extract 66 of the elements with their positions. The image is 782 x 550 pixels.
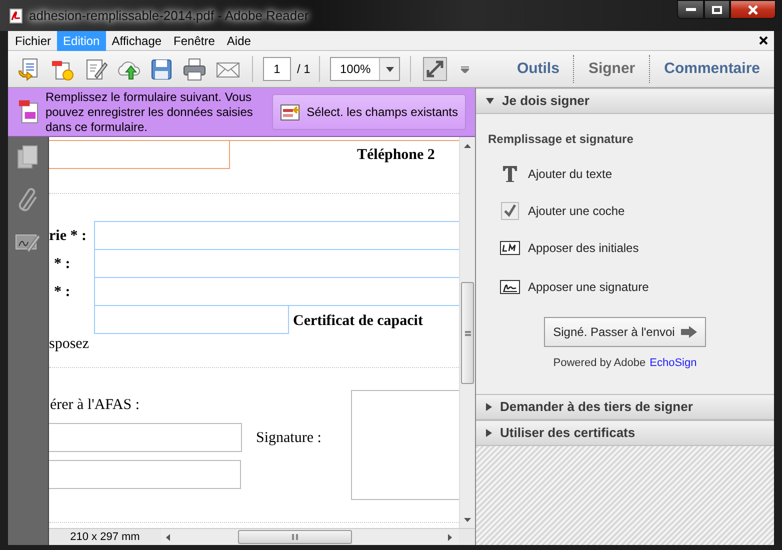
caret-right-icon bbox=[486, 428, 492, 436]
panel-heading: Remplissage et signature bbox=[488, 131, 634, 148]
form-label: * : bbox=[54, 283, 70, 301]
menu-item[interactable]: Aide bbox=[220, 30, 257, 50]
close-icon bbox=[747, 4, 759, 14]
echosign-link[interactable]: EchoSign bbox=[650, 355, 697, 372]
page-number-field[interactable]: 1 bbox=[263, 57, 291, 81]
scroll-up-icon[interactable] bbox=[464, 144, 471, 148]
zoom-field[interactable]: 100% bbox=[330, 57, 400, 81]
form-field[interactable] bbox=[49, 460, 241, 489]
checkbox-icon bbox=[500, 201, 520, 221]
vertical-scrollbar[interactable] bbox=[459, 137, 475, 528]
page-size-label: 210 x 297 mm bbox=[69, 530, 141, 545]
maximize-button[interactable] bbox=[704, 0, 730, 19]
form-label: Signature : bbox=[256, 429, 322, 447]
window-title: adhesion-remplissable-2014.pdf - Adobe Reader bbox=[29, 6, 309, 26]
form-label: * : bbox=[54, 255, 70, 273]
send-button[interactable]: Signé. Passer à l'envoi bbox=[544, 317, 706, 347]
full-screen-icon[interactable] bbox=[423, 57, 448, 81]
pdf-file-icon bbox=[8, 8, 24, 24]
signature-icon bbox=[500, 277, 520, 297]
form-fields-icon bbox=[280, 103, 302, 121]
close-icon[interactable] bbox=[759, 36, 768, 45]
scroll-left-icon[interactable] bbox=[166, 534, 170, 540]
scrollbar-thumb[interactable] bbox=[461, 282, 474, 384]
menu-item[interactable]: Fenêtre bbox=[168, 30, 221, 50]
scrollbar-thumb[interactable] bbox=[238, 530, 352, 544]
panel-tab[interactable]: Signer bbox=[574, 58, 650, 80]
page-count: / 1 bbox=[297, 61, 310, 78]
form-field[interactable] bbox=[94, 305, 289, 334]
printer-icon[interactable] bbox=[182, 57, 208, 81]
scroll-down-icon[interactable] bbox=[464, 518, 471, 522]
pages-icon[interactable] bbox=[17, 145, 39, 169]
initials-icon bbox=[500, 238, 520, 258]
more-options-icon[interactable] bbox=[461, 66, 470, 72]
menu-item[interactable]: Fichier bbox=[9, 30, 58, 50]
form-label: Téléphone 2 bbox=[357, 146, 435, 164]
form-label: Certificat de capacit bbox=[293, 312, 423, 330]
menu-item[interactable]: Affichage bbox=[106, 30, 168, 50]
sign-tool-item[interactable]: Apposer une signature bbox=[488, 277, 774, 297]
form-label: érer à l'AFAS : bbox=[50, 396, 140, 414]
caret-right-icon bbox=[486, 402, 492, 410]
minimize-button[interactable] bbox=[677, 0, 704, 19]
panel-tab[interactable]: Outils bbox=[502, 58, 574, 80]
form-field[interactable] bbox=[49, 423, 242, 452]
select-fields-button[interactable]: Sélect. les champs existants bbox=[272, 94, 466, 130]
caret-down-icon[interactable] bbox=[386, 66, 394, 72]
form-label: rie * : bbox=[49, 227, 86, 245]
form-label: sposez bbox=[49, 335, 89, 353]
scroll-right-icon[interactable] bbox=[448, 534, 452, 540]
sign-tool-item[interactable]: Apposer des initiales bbox=[488, 238, 774, 258]
arrow-right-icon bbox=[680, 326, 697, 338]
caret-down-icon bbox=[486, 98, 494, 104]
text-tool-icon bbox=[500, 164, 520, 184]
section-header[interactable]: Demander à des tiers de signer bbox=[476, 394, 774, 420]
form-field[interactable] bbox=[49, 140, 230, 169]
form-message: Remplissez le formulaire suivant. Vous pouvez enregistrer les données saisies dans ce formulaire. bbox=[45, 90, 254, 134]
form-document-icon bbox=[18, 99, 40, 125]
powered-by-label: Powered by Adobe bbox=[553, 356, 646, 371]
sign-tool-item[interactable]: Ajouter une coche bbox=[488, 201, 774, 221]
sign-tool-item[interactable]: Ajouter du texte bbox=[488, 164, 774, 184]
horizontal-scrollbar[interactable] bbox=[161, 529, 459, 545]
section-header[interactable]: Je dois signer bbox=[476, 88, 774, 114]
close-button[interactable] bbox=[730, 0, 776, 19]
panel-tab[interactable]: Commentaire bbox=[650, 58, 774, 80]
section-header[interactable]: Utiliser des certificats bbox=[476, 420, 774, 446]
